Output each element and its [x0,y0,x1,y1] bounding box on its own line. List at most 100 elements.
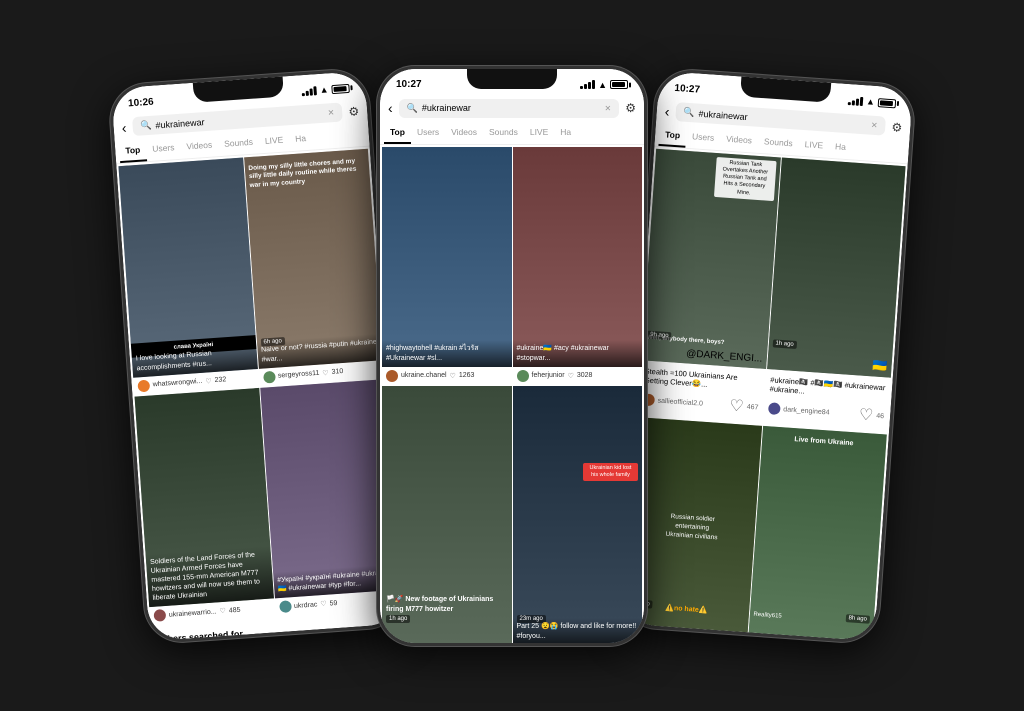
wifi-icon-right: ▲ [866,96,876,107]
content-right: Russian Tank Overtakes Another Russian T… [621,146,908,641]
avatar-2-left [263,370,276,383]
filter-icon-left[interactable]: ⚙ [348,103,360,118]
engine-badge: @DARK_ENGI... [686,348,763,364]
video-card-2-left[interactable]: Doing my silly little chores and my sill… [244,148,384,386]
tab-top-left[interactable]: Top [119,139,147,163]
search-icon-left: 🔍 [140,119,152,131]
signal-right [848,95,864,105]
clear-button-center[interactable]: ✕ [605,104,612,113]
video-overlay-1-center: #highwaytohell #ukrain #ไวรัส #Ukrainewa… [382,340,512,366]
likes-2-center: 3028 [577,372,593,379]
tab-top-center[interactable]: Top [384,122,411,144]
video-card-1-right[interactable]: Russian Tank Overtakes Another Russian T… [641,148,780,368]
search-area-center: ‹ 🔍 #ukrainewar ✕ ⚙ [380,95,644,122]
status-icons-right: ▲ [848,95,897,108]
video-overlay-3-left: Soldiers of the Land Forces of the Ukrai… [146,545,274,607]
back-button-left[interactable]: ‹ [121,119,127,135]
tab-sounds-left[interactable]: Sounds [217,131,259,156]
search-box-center[interactable]: 🔍 #ukrainewar ✕ [399,99,620,118]
filter-icon-right[interactable]: ⚙ [891,119,903,134]
filter-icon-center[interactable]: ⚙ [625,101,636,115]
time-4-right: 8h ago [845,613,870,623]
red-badge-center: Ukrainian kid lost his whole family [583,463,638,480]
search-query-left: #ukrainewar [155,108,324,130]
flag-badge-right: 🇺🇦 [872,358,888,373]
tab-live-center[interactable]: LIVE [524,122,554,144]
mid-left-right: Stealth =100 Ukrainians Are Getting Clev… [638,363,765,421]
avatar-1-left [137,379,150,392]
heart-icon-2-center: ♡ [568,372,574,380]
battery-center [610,80,628,89]
mid-likes-left-right: 467 [746,403,758,411]
username-2-left: sergeyross11 [278,369,320,379]
battery-right [878,97,897,107]
battery-left [331,83,350,93]
soldier-text-right: Russian soldier entertaining Ukrainian c… [660,511,724,543]
live-ukraine-text: Live from Ukraine [794,436,853,447]
username-4-left: ukrdrac [294,601,318,610]
video-card-1-center[interactable]: #highwaytohell #ukrain #ไวรัส #Ukrainewa… [382,147,512,385]
content-left: слава Україні I love looking at Russian … [116,146,403,641]
time-right: 10:27 [674,82,700,95]
notch-center [467,69,557,89]
video-card-2-center[interactable]: #ukraine🇺🇦 #acy #ukrainewar #stopwar... … [513,147,643,385]
content-center: #highwaytohell #ukrain #ไวรัส #Ukrainewa… [380,145,644,643]
video-grid-center: #highwaytohell #ukrain #ไวรัส #Ukrainewa… [380,145,644,643]
tab-sounds-center[interactable]: Sounds [483,122,524,144]
tab-ha-right[interactable]: Ha [828,135,852,159]
tabs-center: Top Users Videos Sounds LIVE Ha [380,122,644,145]
wifi-icon-center: ▲ [598,80,607,90]
search-query-right: #ukrainewar [698,108,867,130]
mid-user-left-right: sallieofficial2.0 [657,397,726,409]
tab-live-left[interactable]: LIVE [258,129,290,153]
clear-button-right[interactable]: ✕ [871,120,878,129]
status-icons-center: ▲ [580,80,628,90]
avatar-mid-right-right [768,402,781,415]
clear-button-left[interactable]: ✕ [327,108,334,117]
howitzer-overlay: 🏳️🚀 New footage of Ukrainians firing M77… [386,595,508,615]
tab-videos-left[interactable]: Videos [180,134,219,159]
likes-1-center: 1263 [459,372,475,379]
likes-4-left: 59 [329,599,337,607]
time-badge-3-center: 1h ago [386,615,410,623]
username-1-left: whatswrongwi... [153,378,203,388]
avatar-1-center [386,370,398,382]
tab-sounds-right[interactable]: Sounds [757,130,799,155]
back-button-right[interactable]: ‹ [664,102,670,118]
bottom-video-grid-right: Russian soldier entertaining Ukrainian c… [621,415,889,641]
video-card-3-left[interactable]: Soldiers of the Land Forces of the Ukrai… [135,387,275,625]
back-button-center[interactable]: ‹ [388,100,393,116]
tab-users-left[interactable]: Users [146,136,182,160]
video-card-2-right[interactable]: 🇺🇦 1h ago [767,157,906,377]
video-card-1-left[interactable]: слава Україні I love looking at Russian … [118,157,258,395]
video-grid-left: слава Україні I love looking at Russian … [116,146,402,627]
tab-users-right[interactable]: Users [685,125,721,149]
tab-top-right[interactable]: Top [658,123,686,147]
heart-icon-3-left: ♡ [219,607,226,615]
tab-videos-right[interactable]: Videos [719,128,758,153]
video-meta-1-center: ukraine.chanel ♡ 1263 [382,367,512,385]
video-overlay-4-center: Part 25 😧😭 follow and like for more!! #f… [513,618,643,642]
tab-live-right[interactable]: LIVE [798,133,830,157]
likes-3-left: 485 [229,606,241,614]
doing-overlay: Doing my silly little chores and my sill… [248,157,366,190]
video-card-3-center[interactable]: 🏳️🚀 New footage of Ukrainians firing M77… [382,386,512,643]
heart-mid-right-right: ♡ [858,404,874,425]
tab-ha-left[interactable]: Ha [289,127,313,151]
phone-center: 10:27 ▲ ‹ [377,66,647,646]
tab-ha-center[interactable]: Ha [554,122,577,144]
phone-left: 10:26 ▲ [108,67,406,644]
heart-icon-4-left: ♡ [320,600,327,608]
tab-videos-center[interactable]: Videos [445,122,483,144]
phone-device-left: 10:26 ▲ [108,67,406,644]
heart-mid-left-right: ♡ [729,395,745,416]
time-center: 10:27 [396,79,422,90]
time-2-right: 1h ago [772,338,797,348]
reality-label: Reality615 [753,611,782,619]
tab-users-center[interactable]: Users [411,122,445,144]
video-overlay-2-center: #ukraine🇺🇦 #acy #ukrainewar #stopwar... [513,340,643,366]
video-card-4-center[interactable]: Ukrainian kid lost his whole family 23m … [513,386,643,643]
time-left: 10:26 [128,96,154,109]
video-card-4-right[interactable]: Live from Ukraine Reality615 8h ago [748,426,887,641]
wifi-icon-left: ▲ [319,84,329,95]
